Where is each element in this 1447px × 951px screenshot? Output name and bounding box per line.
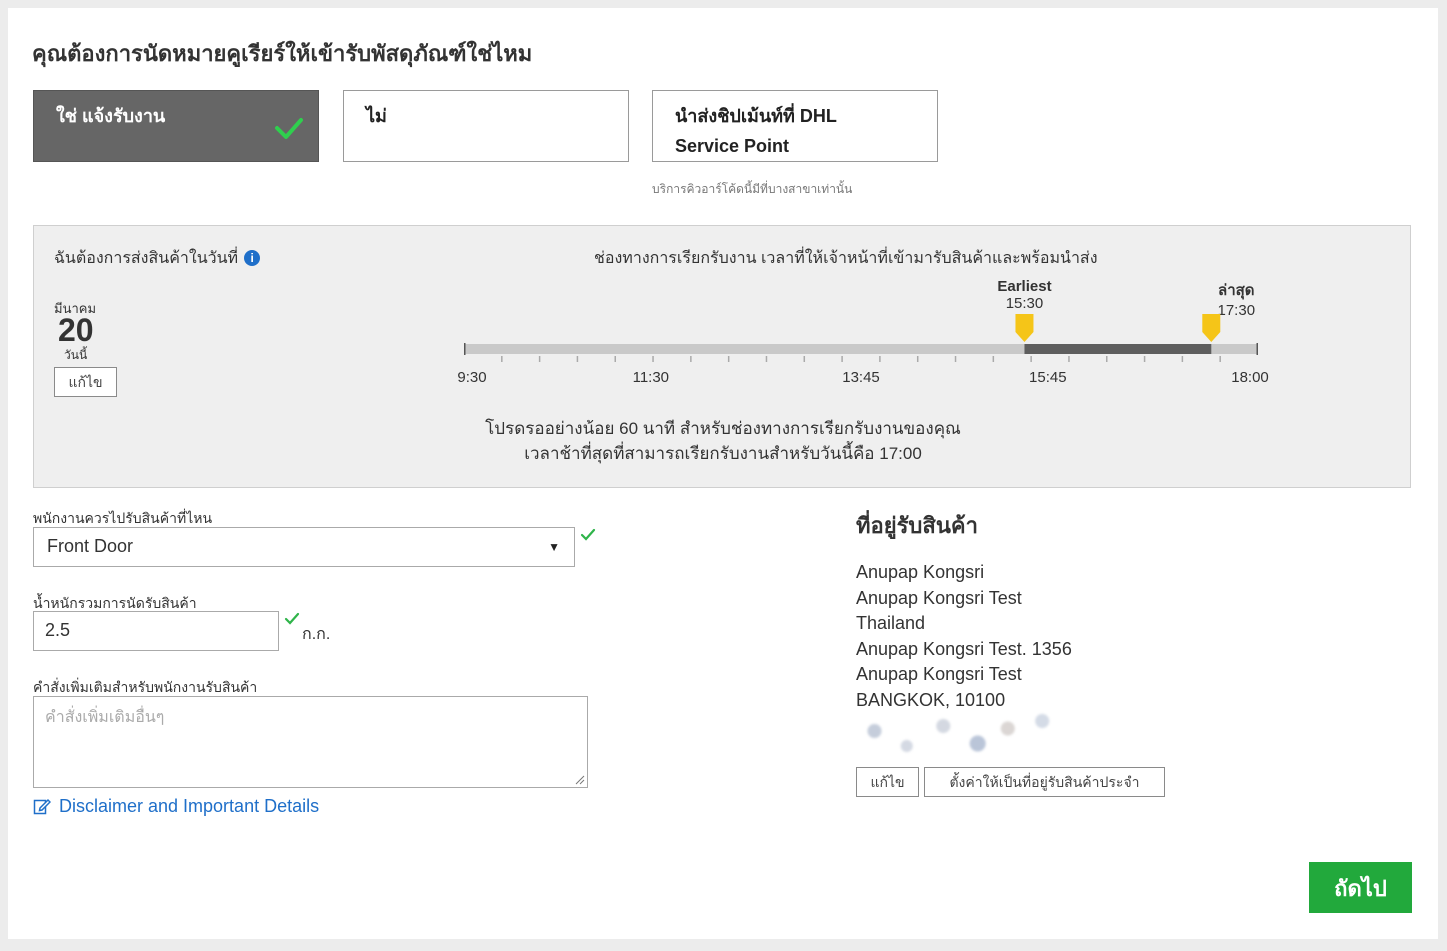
checkmark-icon (275, 118, 303, 139)
timeline-start-cap (464, 343, 466, 355)
service-point-note: บริการคิวอาร์โค้ดนี้มีที่บางสาขาเท่านั้น (652, 182, 853, 196)
schedule-panel: ฉันต้องการส่งสินค้าในวันที่ i ช่องทางการเ… (33, 225, 1411, 488)
edit-note-icon (33, 798, 51, 815)
option-yes-schedule[interactable]: ใช่ แจ้งรับงาน (33, 90, 319, 162)
caret-down-icon: ▼ (548, 540, 560, 554)
address-line: Anupap Kongsri Test (856, 664, 1022, 684)
pickup-timeline[interactable] (34, 226, 1412, 406)
option-service-point[interactable]: นำส่งชิปเม้นท์ที่ DHL Service Point (652, 90, 938, 162)
address-line: Anupap Kongsri Test (856, 587, 1022, 608)
address-line: Anupap Kongsri (856, 562, 985, 582)
valid-check-icon (580, 528, 596, 541)
location-value: Front Door (47, 536, 134, 556)
option-service-point-line1: นำส่งชิปเม้นท์ที่ DHL (675, 106, 837, 126)
instructions-placeholder: คำสั่งเพิ่มเติมอื่นๆ (45, 709, 165, 726)
timeline-tick-label: 15:45 (1029, 369, 1067, 386)
weight-value: 2.5 (45, 620, 71, 640)
latest-marker-handle[interactable] (1202, 314, 1221, 342)
next-button[interactable]: ถัดไป (1309, 862, 1412, 913)
timeline-tick-label: 11:30 (632, 369, 670, 386)
earliest-marker-handle[interactable] (1015, 314, 1034, 342)
option-yes-label: ใช่ แจ้งรับงาน (56, 106, 166, 126)
timeline-tick-label: 18:00 (1231, 369, 1269, 386)
disclaimer-text: Disclaimer and Important Details (59, 796, 320, 816)
disclaimer-link[interactable]: Disclaimer and Important Details (33, 796, 319, 817)
option-no[interactable]: ไม่ (343, 90, 629, 162)
option-no-label: ไม่ (366, 106, 387, 126)
set-default-address-button[interactable]: ตั้งค่าให้เป็นที่อยู่รับสินค้าประจำ (924, 767, 1165, 797)
timeline-tick-label: 13:45 (842, 369, 880, 386)
address-line: Anupap Kongsri Test. 1356 (856, 638, 1072, 659)
wait-note: โปรดรออย่างน้อย 60 นาที สำหรับช่องทางการ… (485, 419, 961, 438)
weight-input[interactable]: 2.5 (33, 611, 279, 651)
timeline-end-cap (1256, 343, 1258, 355)
address-title: ที่อยู่รับสินค้า (856, 513, 978, 538)
address-line: Thailand (856, 613, 926, 633)
option-service-point-line2: Service Point (675, 136, 790, 156)
pickup-page: คุณต้องการนัดหมายคูเรียร์ให้เข้ารับพัสดุ… (8, 8, 1438, 939)
latest-call-note: เวลาช้าที่สุดที่สามารถเรียกรับงานสำหรับว… (524, 444, 922, 463)
address-edit-button[interactable]: แก้ไข (856, 767, 919, 797)
weight-valid-check-icon (284, 612, 300, 625)
timeline-tick-label: 9:30 (457, 369, 487, 386)
address-block: Anupap Kongsri Anupap Kongsri Test Thail… (856, 560, 1072, 713)
resize-grip-icon[interactable] (575, 775, 585, 785)
address-line: BANGKOK, 10100 (856, 689, 1006, 710)
instructions-textarea[interactable]: คำสั่งเพิ่มเติมอื่นๆ (33, 696, 588, 788)
page-title: คุณต้องการนัดหมายคูเรียร์ให้เข้ารับพัสดุ… (32, 41, 533, 66)
timeline-selected-range (1024, 344, 1212, 354)
location-select[interactable]: Front Door ▼ (33, 527, 575, 567)
weight-unit: ก.ก. (302, 626, 331, 643)
redacted-phone (853, 711, 1068, 761)
